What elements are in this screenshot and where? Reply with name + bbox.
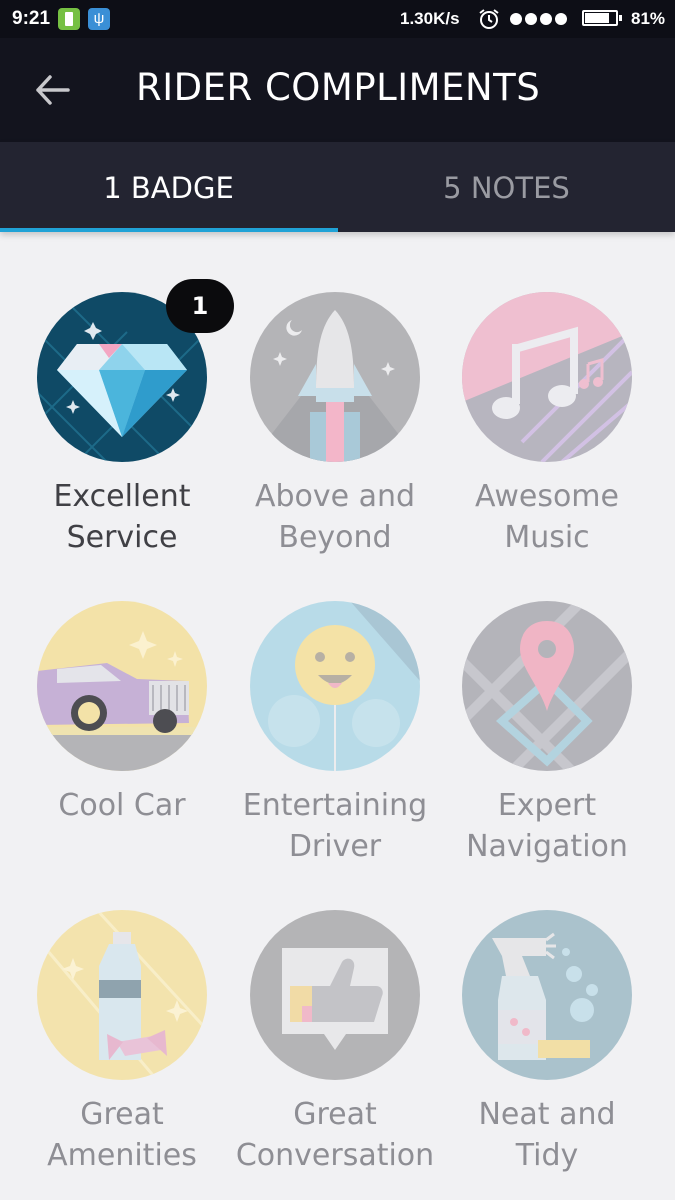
compliment-label-line2: Service <box>66 520 178 555</box>
tab-badges[interactable]: 1 BADGE <box>0 142 337 232</box>
compliment-great-amenities[interactable]: Great Amenities <box>16 910 228 1200</box>
tab-selected-indicator <box>0 228 338 232</box>
signal-dots-icon <box>510 12 570 30</box>
status-bar: 9:21 ψ 1.30K/s 81% <box>0 0 675 38</box>
compliment-label: Excellent Service <box>16 476 228 558</box>
compliment-label-line2: Tidy <box>515 1138 579 1173</box>
battery-icon <box>582 10 622 26</box>
compliment-label: Awesome Music <box>441 476 653 558</box>
compliment-count-badge: 1 <box>166 279 234 333</box>
compliment-label-line1: Expert <box>497 788 597 823</box>
compliment-label: Above and Beyond <box>229 476 441 558</box>
compliment-label-line2: Driver <box>288 829 382 864</box>
compliment-label: Neat and Tidy <box>441 1094 653 1176</box>
compliment-label-line1: Entertaining <box>242 788 428 823</box>
compliment-expert-navigation[interactable]: Expert Navigation <box>441 601 653 891</box>
phone-app-icon <box>58 8 80 30</box>
music-note-icon <box>462 292 632 462</box>
alarm-icon <box>479 9 499 29</box>
compliment-label: Cool Car <box>16 785 228 826</box>
compliment-label-line2: Beyond <box>278 520 392 555</box>
usb-icon: ψ <box>88 8 110 30</box>
map-pin-icon <box>462 601 632 771</box>
compliment-label-line2: Conversation <box>235 1138 435 1173</box>
compliment-label-line2: Music <box>504 520 590 555</box>
compliment-awesome-music[interactable]: Awesome Music <box>441 292 653 582</box>
compliment-label-line2: Amenities <box>47 1138 197 1173</box>
thumbs-up-icon <box>250 910 420 1080</box>
compliment-great-conversation[interactable]: Great Conversation <box>229 910 441 1200</box>
compliment-label-line2: Navigation <box>466 829 628 864</box>
compliment-label-line1: Awesome <box>475 479 619 514</box>
compliment-above-and-beyond[interactable]: Above and Beyond <box>229 292 441 582</box>
compliment-label-line1: Great <box>80 1097 164 1132</box>
tab-notes[interactable]: 5 NOTES <box>338 142 675 232</box>
spray-bottle-icon <box>462 910 632 1080</box>
compliment-entertaining-driver[interactable]: Entertaining Driver <box>229 601 441 891</box>
compliment-label: Expert Navigation <box>441 785 653 867</box>
compliment-neat-and-tidy[interactable]: Neat and Tidy <box>441 910 653 1200</box>
tab-bar: 1 BADGE 5 NOTES <box>0 142 675 232</box>
compliment-label: Entertaining Driver <box>229 785 441 867</box>
compliment-label-line1: Above and <box>254 479 416 514</box>
compliment-label: Great Amenities <box>16 1094 228 1176</box>
compliment-label-line1: Great <box>293 1097 377 1132</box>
compliment-label-line1: Neat and <box>478 1097 616 1132</box>
compliment-label-line1: Excellent <box>53 479 191 514</box>
compliment-cool-car[interactable]: Cool Car <box>16 601 228 891</box>
app-bar: RIDER COMPLIMENTS <box>0 38 675 142</box>
water-bottle-icon <box>37 910 207 1080</box>
smiley-balloon-icon <box>250 601 420 771</box>
network-speed: 1.30K/s <box>400 9 460 28</box>
car-icon <box>37 601 207 771</box>
rocket-icon <box>250 292 420 462</box>
compliment-label: Great Conversation <box>229 1094 441 1176</box>
battery-percent: 81% <box>631 9 666 28</box>
compliment-label-line1: Cool Car <box>58 788 186 823</box>
page-title: RIDER COMPLIMENTS <box>136 66 541 109</box>
compliment-excellent-service[interactable]: 1 Excellent Service <box>16 279 234 582</box>
back-arrow-icon[interactable] <box>30 68 74 112</box>
status-time: 9:21 <box>12 8 51 29</box>
